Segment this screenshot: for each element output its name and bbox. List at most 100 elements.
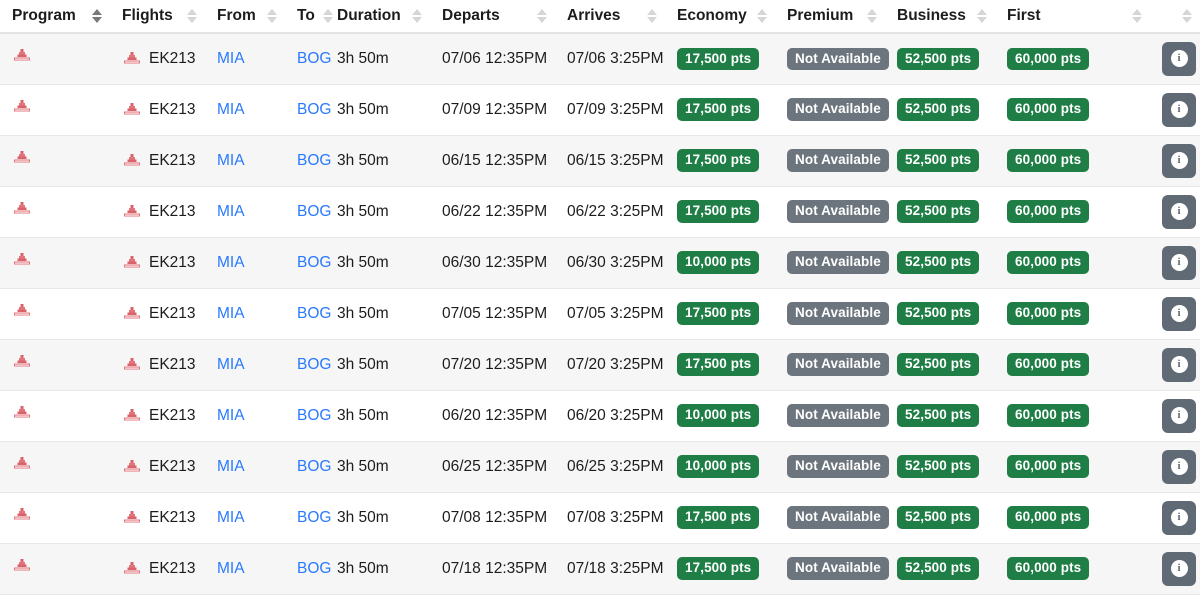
first-fare-badge[interactable]: 60,000 pts xyxy=(1007,455,1090,478)
economy-fare-badge[interactable]: 17,500 pts xyxy=(677,353,760,376)
business-fare-badge[interactable]: 52,500 pts xyxy=(897,47,980,70)
sort-toggle-icon[interactable] xyxy=(537,8,547,24)
column-header-premium[interactable]: Premium xyxy=(775,0,885,34)
first-fare-badge[interactable]: 60,000 pts xyxy=(1007,200,1090,223)
business-fare-badge[interactable]: 52,500 pts xyxy=(897,251,980,274)
first-fare-badge[interactable]: 60,000 pts xyxy=(1007,404,1090,427)
premium-fare-badge[interactable]: Not Available xyxy=(787,557,889,580)
sort-toggle-icon[interactable] xyxy=(867,8,877,24)
sort-toggle-icon[interactable] xyxy=(92,8,102,24)
sort-toggle-icon[interactable] xyxy=(1182,8,1192,24)
column-header-to[interactable]: To xyxy=(285,0,333,34)
origin-airport-link[interactable]: MIA xyxy=(217,152,245,169)
origin-airport-link[interactable]: MIA xyxy=(217,560,245,577)
column-header-duration[interactable]: Duration xyxy=(325,0,430,34)
column-header-flights[interactable]: Flights xyxy=(110,0,205,34)
destination-airport-link[interactable]: BOG xyxy=(297,305,331,322)
row-info-button[interactable]: i xyxy=(1162,449,1196,484)
first-fare-badge[interactable]: 60,000 pts xyxy=(1007,149,1090,172)
business-fare-badge[interactable]: 52,500 pts xyxy=(897,302,980,325)
column-header-first[interactable]: First xyxy=(995,0,1150,34)
row-info-button[interactable]: i xyxy=(1162,296,1196,331)
row-info-button[interactable]: i xyxy=(1162,194,1196,229)
table-row[interactable]: EK213 MIA BOG 3h 50m 07/08 12:35PM 07/08 3:25… xyxy=(0,492,1200,544)
row-info-button[interactable]: i xyxy=(1162,92,1196,127)
row-info-button[interactable]: i xyxy=(1162,245,1196,280)
row-info-button[interactable]: i xyxy=(1162,500,1196,535)
premium-fare-badge[interactable]: Not Available xyxy=(787,506,889,529)
business-fare-badge[interactable]: 52,500 pts xyxy=(897,200,980,223)
first-fare-badge[interactable]: 60,000 pts xyxy=(1007,353,1090,376)
column-header-business[interactable]: Business xyxy=(885,0,995,34)
row-info-button[interactable]: i xyxy=(1162,551,1196,586)
table-row[interactable]: EK213 MIA BOG 3h 50m 07/20 12:35PM 07/20 3:25… xyxy=(0,338,1200,391)
table-row[interactable]: EK213 MIA BOG 3h 50m 06/30 12:35PM 06/30 3:25… xyxy=(0,236,1200,289)
column-header-program[interactable]: Program xyxy=(0,0,110,34)
table-row[interactable]: EK213 MIA BOG 3h 50m 07/09 12:35PM 07/09 3:25… xyxy=(0,84,1200,136)
premium-fare-badge[interactable]: Not Available xyxy=(787,353,889,376)
economy-fare-badge[interactable]: 17,500 pts xyxy=(677,149,760,172)
premium-fare-badge[interactable]: Not Available xyxy=(787,251,889,274)
origin-airport-link[interactable]: MIA xyxy=(217,356,245,373)
business-fare-badge[interactable]: 52,500 pts xyxy=(897,506,980,529)
business-fare-badge[interactable]: 52,500 pts xyxy=(897,353,980,376)
sort-toggle-icon[interactable] xyxy=(267,8,277,24)
table-row[interactable]: EK213 MIA BOG 3h 50m 06/22 12:35PM 06/22 3:25… xyxy=(0,186,1200,238)
premium-fare-badge[interactable]: Not Available xyxy=(787,98,889,121)
economy-fare-badge[interactable]: 17,500 pts xyxy=(677,506,760,529)
first-fare-badge[interactable]: 60,000 pts xyxy=(1007,98,1090,121)
first-fare-badge[interactable]: 60,000 pts xyxy=(1007,557,1090,580)
sort-toggle-icon[interactable] xyxy=(647,8,657,24)
business-fare-badge[interactable]: 52,500 pts xyxy=(897,149,980,172)
origin-airport-link[interactable]: MIA xyxy=(217,407,245,424)
table-row[interactable]: EK213 MIA BOG 3h 50m 06/25 12:35PM 06/25 3:25… xyxy=(0,440,1200,493)
sort-toggle-icon[interactable] xyxy=(322,8,333,24)
premium-fare-badge[interactable]: Not Available xyxy=(787,302,889,325)
sort-toggle-icon[interactable] xyxy=(977,8,987,24)
origin-airport-link[interactable]: MIA xyxy=(217,305,245,322)
sort-toggle-icon[interactable] xyxy=(412,8,422,24)
destination-airport-link[interactable]: BOG xyxy=(297,203,331,220)
row-info-button[interactable]: i xyxy=(1162,41,1196,76)
economy-fare-badge[interactable]: 10,000 pts xyxy=(677,455,760,478)
sort-toggle-icon[interactable] xyxy=(187,8,197,24)
origin-airport-link[interactable]: MIA xyxy=(217,101,245,118)
destination-airport-link[interactable]: BOG xyxy=(297,101,331,118)
first-fare-badge[interactable]: 60,000 pts xyxy=(1007,251,1090,274)
business-fare-badge[interactable]: 52,500 pts xyxy=(897,557,980,580)
business-fare-badge[interactable]: 52,500 pts xyxy=(897,455,980,478)
column-header-arrives[interactable]: Arrives xyxy=(555,0,665,34)
premium-fare-badge[interactable]: Not Available xyxy=(787,404,889,427)
premium-fare-badge[interactable]: Not Available xyxy=(787,47,889,70)
origin-airport-link[interactable]: MIA xyxy=(217,50,245,67)
column-header-economy[interactable]: Economy xyxy=(665,0,775,34)
sort-toggle-icon[interactable] xyxy=(757,8,767,24)
table-row[interactable]: EK213 MIA BOG 3h 50m 07/05 12:35PM 07/05 3:25… xyxy=(0,288,1200,340)
origin-airport-link[interactable]: MIA xyxy=(217,254,245,271)
row-info-button[interactable]: i xyxy=(1162,398,1196,433)
business-fare-badge[interactable]: 52,500 pts xyxy=(897,404,980,427)
column-header-info[interactable] xyxy=(1150,0,1200,34)
first-fare-badge[interactable]: 60,000 pts xyxy=(1007,47,1090,70)
column-header-from[interactable]: From xyxy=(205,0,285,34)
first-fare-badge[interactable]: 60,000 pts xyxy=(1007,302,1090,325)
column-header-departs[interactable]: Departs xyxy=(430,0,555,34)
table-row[interactable]: EK213 MIA BOG 3h 50m 07/18 12:35PM 07/18 3:25… xyxy=(0,542,1200,595)
destination-airport-link[interactable]: BOG xyxy=(297,152,331,169)
origin-airport-link[interactable]: MIA xyxy=(217,203,245,220)
economy-fare-badge[interactable]: 10,000 pts xyxy=(677,404,760,427)
economy-fare-badge[interactable]: 17,500 pts xyxy=(677,200,760,223)
destination-airport-link[interactable]: BOG xyxy=(297,560,331,577)
economy-fare-badge[interactable]: 17,500 pts xyxy=(677,47,760,70)
origin-airport-link[interactable]: MIA xyxy=(217,458,245,475)
economy-fare-badge[interactable]: 17,500 pts xyxy=(677,557,760,580)
first-fare-badge[interactable]: 60,000 pts xyxy=(1007,506,1090,529)
row-info-button[interactable]: i xyxy=(1162,143,1196,178)
row-info-button[interactable]: i xyxy=(1162,347,1196,382)
destination-airport-link[interactable]: BOG xyxy=(297,50,331,67)
origin-airport-link[interactable]: MIA xyxy=(217,509,245,526)
destination-airport-link[interactable]: BOG xyxy=(297,458,331,475)
destination-airport-link[interactable]: BOG xyxy=(297,254,331,271)
destination-airport-link[interactable]: BOG xyxy=(297,509,331,526)
economy-fare-badge[interactable]: 17,500 pts xyxy=(677,98,760,121)
